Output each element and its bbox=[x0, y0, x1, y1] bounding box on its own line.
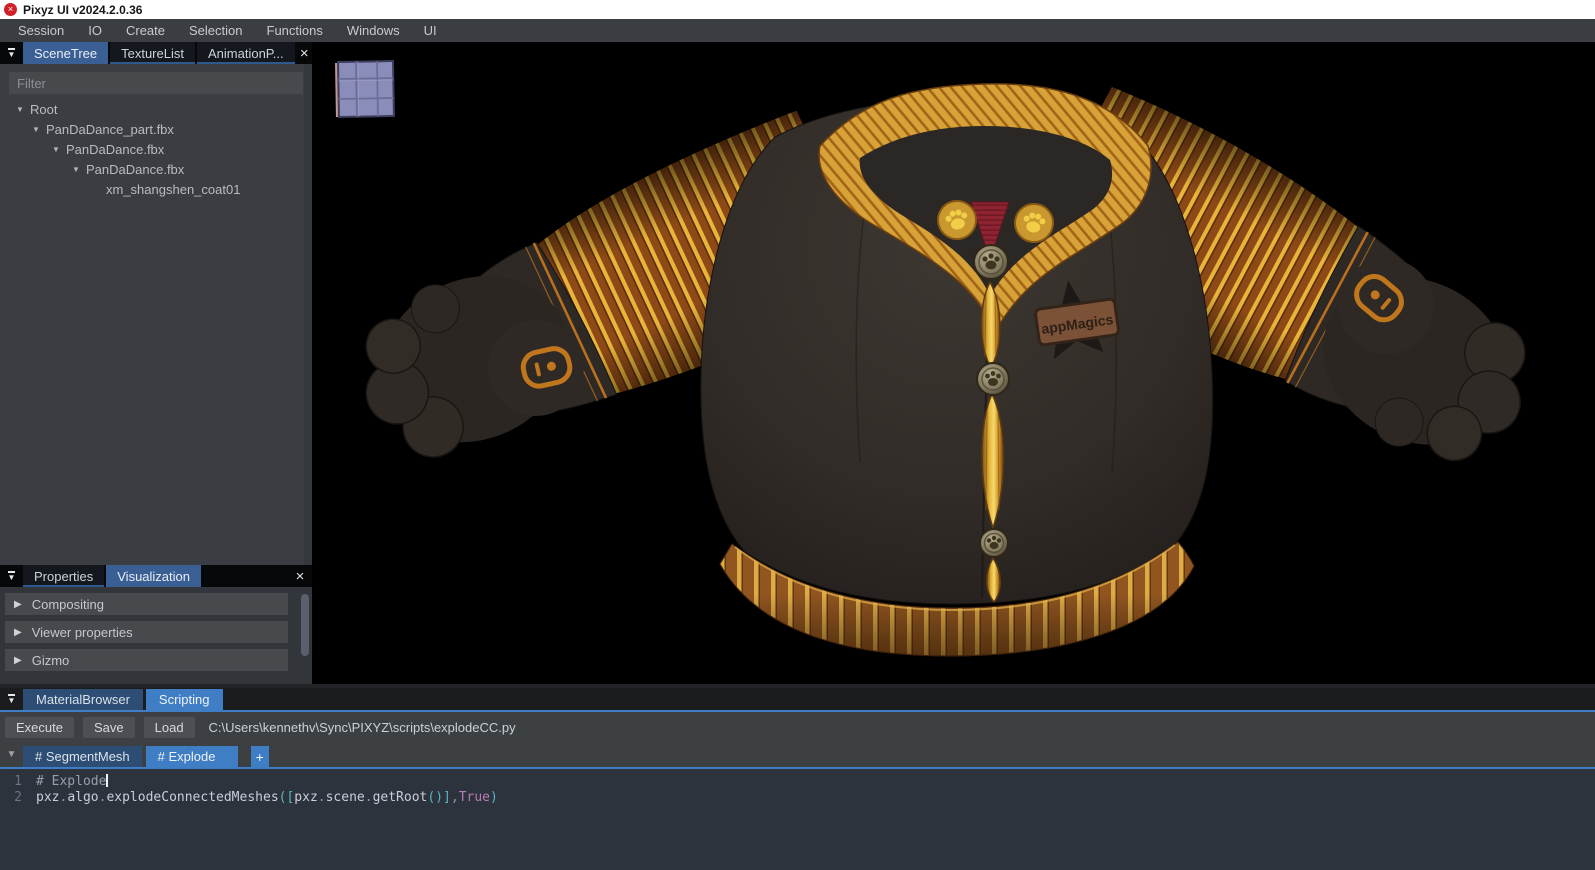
tree-row-pandadance-1[interactable]: ▼ PanDaDance.fbx bbox=[0, 139, 312, 159]
expander-icon[interactable]: ▼ bbox=[51, 145, 61, 154]
expander-icon[interactable]: ▼ bbox=[31, 125, 41, 134]
properties-panel: ▼ Properties Visualization × ▶ Compositi… bbox=[0, 565, 312, 684]
menu-bar: Session IO Create Selection Functions Wi… bbox=[0, 19, 1595, 42]
code-line-1: 1 # Explode bbox=[0, 774, 1595, 790]
close-icon[interactable]: × bbox=[297, 42, 312, 64]
properties-scrollbar[interactable] bbox=[301, 594, 309, 656]
tab-scenetree[interactable]: SceneTree bbox=[23, 42, 108, 64]
tree-row-root[interactable]: ▼ Root bbox=[0, 99, 312, 119]
section-gizmo[interactable]: ▶ Gizmo bbox=[5, 649, 288, 671]
tree-label: PanDaDance_part.fbx bbox=[46, 122, 174, 137]
panel-menu-icon: ▼ bbox=[8, 571, 16, 581]
tree-label: PanDaDance.fbx bbox=[86, 162, 184, 177]
execute-button[interactable]: Execute bbox=[5, 717, 74, 738]
code-comment: # Explode bbox=[36, 774, 106, 789]
menu-io[interactable]: IO bbox=[76, 19, 114, 42]
menu-selection[interactable]: Selection bbox=[177, 19, 254, 42]
bottom-panel: ▼ MaterialBrowser Scripting Execute Save… bbox=[0, 684, 1595, 870]
script-toolbar: Execute Save Load C:\Users\kennethv\Sync… bbox=[0, 712, 1595, 742]
menu-create[interactable]: Create bbox=[114, 19, 177, 42]
tree-row-pandadance-2[interactable]: ▼ PanDaDance.fbx bbox=[0, 159, 312, 179]
close-icon[interactable]: × bbox=[288, 565, 312, 587]
tab-visualization[interactable]: Visualization bbox=[106, 565, 201, 587]
tab-properties[interactable]: Properties bbox=[23, 565, 104, 587]
code-line-2: 2 pxz.algo.explodeConnectedMeshes([pxz.s… bbox=[0, 790, 1595, 806]
scene-tree: ▼ Root ▼ PanDaDance_part.fbx ▼ PanDaDanc… bbox=[0, 99, 312, 199]
app-logo-icon: × bbox=[4, 3, 17, 16]
text-caret bbox=[106, 774, 108, 787]
expander-icon[interactable]: ▼ bbox=[15, 105, 25, 114]
section-compositing[interactable]: ▶ Compositing bbox=[5, 593, 288, 615]
section-viewer-properties[interactable]: ▶ Viewer properties bbox=[5, 621, 288, 643]
tree-row-coat-mesh[interactable]: xm_shangshen_coat01 bbox=[0, 179, 312, 199]
section-label: Compositing bbox=[32, 597, 104, 612]
collapsed-arrow-icon: ▶ bbox=[14, 599, 22, 610]
collapse-icon[interactable]: ▼ bbox=[0, 742, 23, 767]
filter-input[interactable] bbox=[9, 72, 303, 94]
menu-functions[interactable]: Functions bbox=[255, 19, 335, 42]
tree-row-pandadance-part[interactable]: ▼ PanDaDance_part.fbx bbox=[0, 119, 312, 139]
tab-materialbrowser[interactable]: MaterialBrowser bbox=[23, 689, 143, 710]
load-button[interactable]: Load bbox=[144, 717, 195, 738]
properties-tabbar: ▼ Properties Visualization × bbox=[0, 565, 312, 587]
menu-session[interactable]: Session bbox=[6, 19, 76, 42]
section-label: Viewer properties bbox=[32, 625, 133, 640]
uv-plane[interactable] bbox=[335, 61, 394, 117]
collapsed-arrow-icon: ▶ bbox=[14, 655, 22, 666]
title-bar: × Pixyz UI v2024.2.0.36 bbox=[0, 0, 1595, 19]
viewport-render: appMagics bbox=[312, 42, 1595, 684]
script-path: C:\Users\kennethv\Sync\PIXYZ\scripts\exp… bbox=[209, 720, 516, 735]
menu-ui[interactable]: UI bbox=[412, 19, 449, 42]
tab-segmentmesh-script[interactable]: # SegmentMesh bbox=[23, 746, 142, 767]
line-number: 2 bbox=[0, 790, 22, 806]
panel-menu-button[interactable]: ▼ bbox=[0, 688, 23, 710]
line-number: 1 bbox=[0, 774, 22, 790]
tab-explode-script[interactable]: # Explode bbox=[146, 746, 238, 767]
panel-menu-icon: ▼ bbox=[8, 694, 16, 704]
scene-panel: ▼ SceneTree TextureList AnimationP... × … bbox=[0, 42, 312, 684]
add-script-tab-button[interactable]: + bbox=[251, 746, 269, 767]
tree-label: PanDaDance.fbx bbox=[66, 142, 164, 157]
panel-menu-icon: ▼ bbox=[8, 48, 16, 58]
tab-animationplayer[interactable]: AnimationP... bbox=[197, 42, 295, 64]
code-editor[interactable]: 1 # Explode 2 pxz.algo.explodeConnectedM… bbox=[0, 769, 1595, 870]
collapsed-arrow-icon: ▶ bbox=[14, 627, 22, 638]
section-label: Gizmo bbox=[32, 653, 70, 668]
jacket-model[interactable]: appMagics bbox=[331, 82, 1567, 656]
app-title: Pixyz UI v2024.2.0.36 bbox=[23, 3, 142, 17]
tab-scripting[interactable]: Scripting bbox=[146, 689, 223, 710]
tab-texturelist[interactable]: TextureList bbox=[110, 42, 195, 64]
filter-box bbox=[9, 72, 303, 94]
panel-menu-button[interactable]: ▼ bbox=[0, 565, 23, 587]
tree-label: Root bbox=[30, 102, 57, 117]
bottom-tabbar: ▼ MaterialBrowser Scripting bbox=[0, 688, 1595, 712]
script-tabbar: ▼ # SegmentMesh # Explode + bbox=[0, 742, 1595, 769]
menu-windows[interactable]: Windows bbox=[335, 19, 412, 42]
tree-label: xm_shangshen_coat01 bbox=[106, 182, 240, 197]
viewport-3d[interactable]: appMagics bbox=[312, 42, 1595, 684]
scene-panel-tabbar: ▼ SceneTree TextureList AnimationP... × bbox=[0, 42, 312, 64]
save-button[interactable]: Save bbox=[83, 717, 135, 738]
code-statement: pxz.algo.explodeConnectedMeshes([pxz.sce… bbox=[36, 790, 498, 806]
expander-icon[interactable]: ▼ bbox=[71, 165, 81, 174]
panel-menu-button[interactable]: ▼ bbox=[0, 42, 23, 64]
